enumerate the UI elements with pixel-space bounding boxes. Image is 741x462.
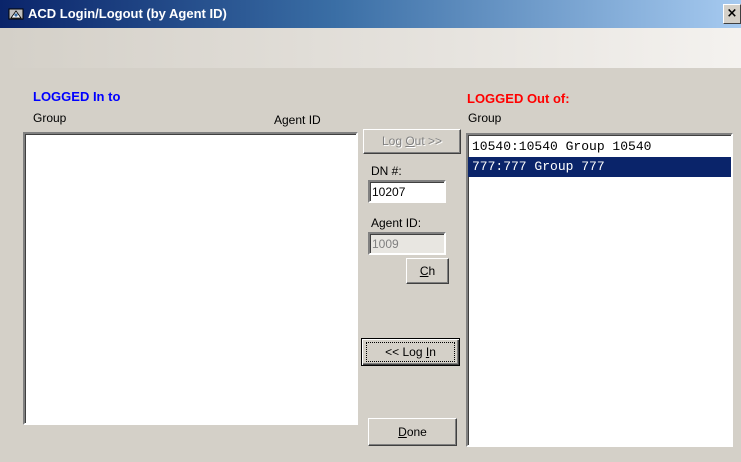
- agent-id-input[interactable]: 1009: [368, 232, 446, 255]
- list-item[interactable]: 777:777 Group 777: [468, 157, 731, 177]
- list-item[interactable]: 10540:10540 Group 10540: [468, 137, 731, 157]
- done-button[interactable]: Done: [368, 418, 457, 446]
- logged-in-title: LOGGED In to: [33, 89, 121, 104]
- dn-input[interactable]: 10207: [368, 180, 446, 203]
- app-icon: [8, 8, 24, 20]
- logged-in-agent-id-header: Agent ID: [274, 113, 321, 127]
- focus-ring: [366, 342, 455, 362]
- logged-out-title: LOGGED Out of:: [467, 91, 570, 106]
- logged-in-group-header: Group: [33, 111, 67, 125]
- logged-out-list[interactable]: 10540:10540 Group 10540 777:777 Group 77…: [466, 133, 733, 447]
- agent-id-label: Agent ID:: [371, 216, 422, 230]
- dn-label: DN #:: [371, 164, 402, 178]
- close-button[interactable]: ×: [723, 4, 741, 24]
- header-banner: [0, 28, 741, 68]
- logged-in-list[interactable]: [23, 132, 358, 425]
- log-out-button[interactable]: Log Out >>: [363, 129, 461, 154]
- window-title: ACD Login/Logout (by Agent ID): [28, 6, 227, 21]
- log-in-button[interactable]: << Log In: [361, 338, 460, 366]
- title-bar: ACD Login/Logout (by Agent ID) ×: [0, 0, 741, 28]
- logged-out-group-header: Group: [468, 111, 502, 125]
- ch-button[interactable]: Ch: [406, 258, 449, 284]
